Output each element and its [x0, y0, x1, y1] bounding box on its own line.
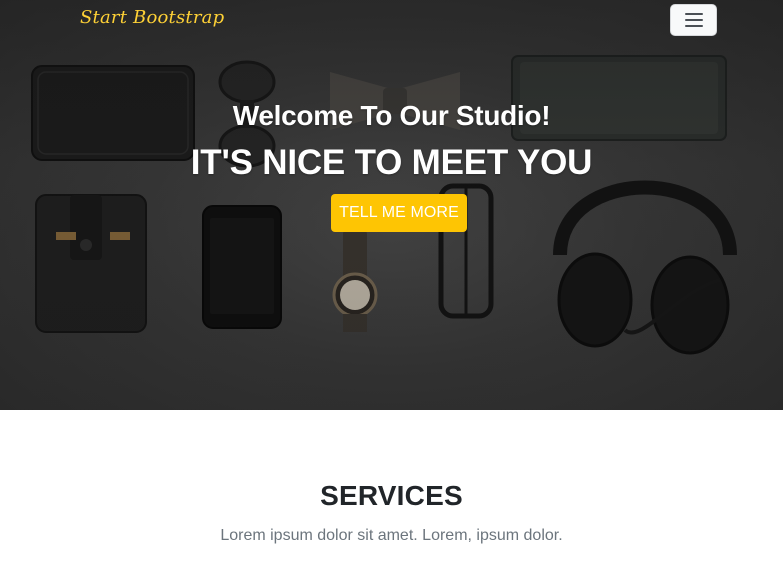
services-heading: SERVICES	[320, 480, 463, 511]
navbar-brand[interactable]: Start Bootstrap	[80, 7, 224, 28]
tell-me-more-button[interactable]: TELL ME MORE	[331, 194, 467, 232]
hamburger-menu-icon	[684, 13, 703, 15]
navbar-toggler-button[interactable]	[670, 4, 717, 36]
hero-subheading: Welcome To Our Studio!	[232, 100, 551, 131]
hero-section: Start Bootstrap Welcome To Our Studio! I…	[0, 0, 783, 410]
hero-heading: IT'S NICE TO MEET YOU	[190, 143, 593, 182]
hamburger-menu-icon-bar	[684, 25, 703, 27]
hamburger-menu-icon-bar	[684, 19, 703, 21]
services-subheading: Lorem ipsum dolor sit amet. Lorem, ipsum…	[220, 527, 563, 544]
navbar: Start Bootstrap	[0, 0, 783, 40]
